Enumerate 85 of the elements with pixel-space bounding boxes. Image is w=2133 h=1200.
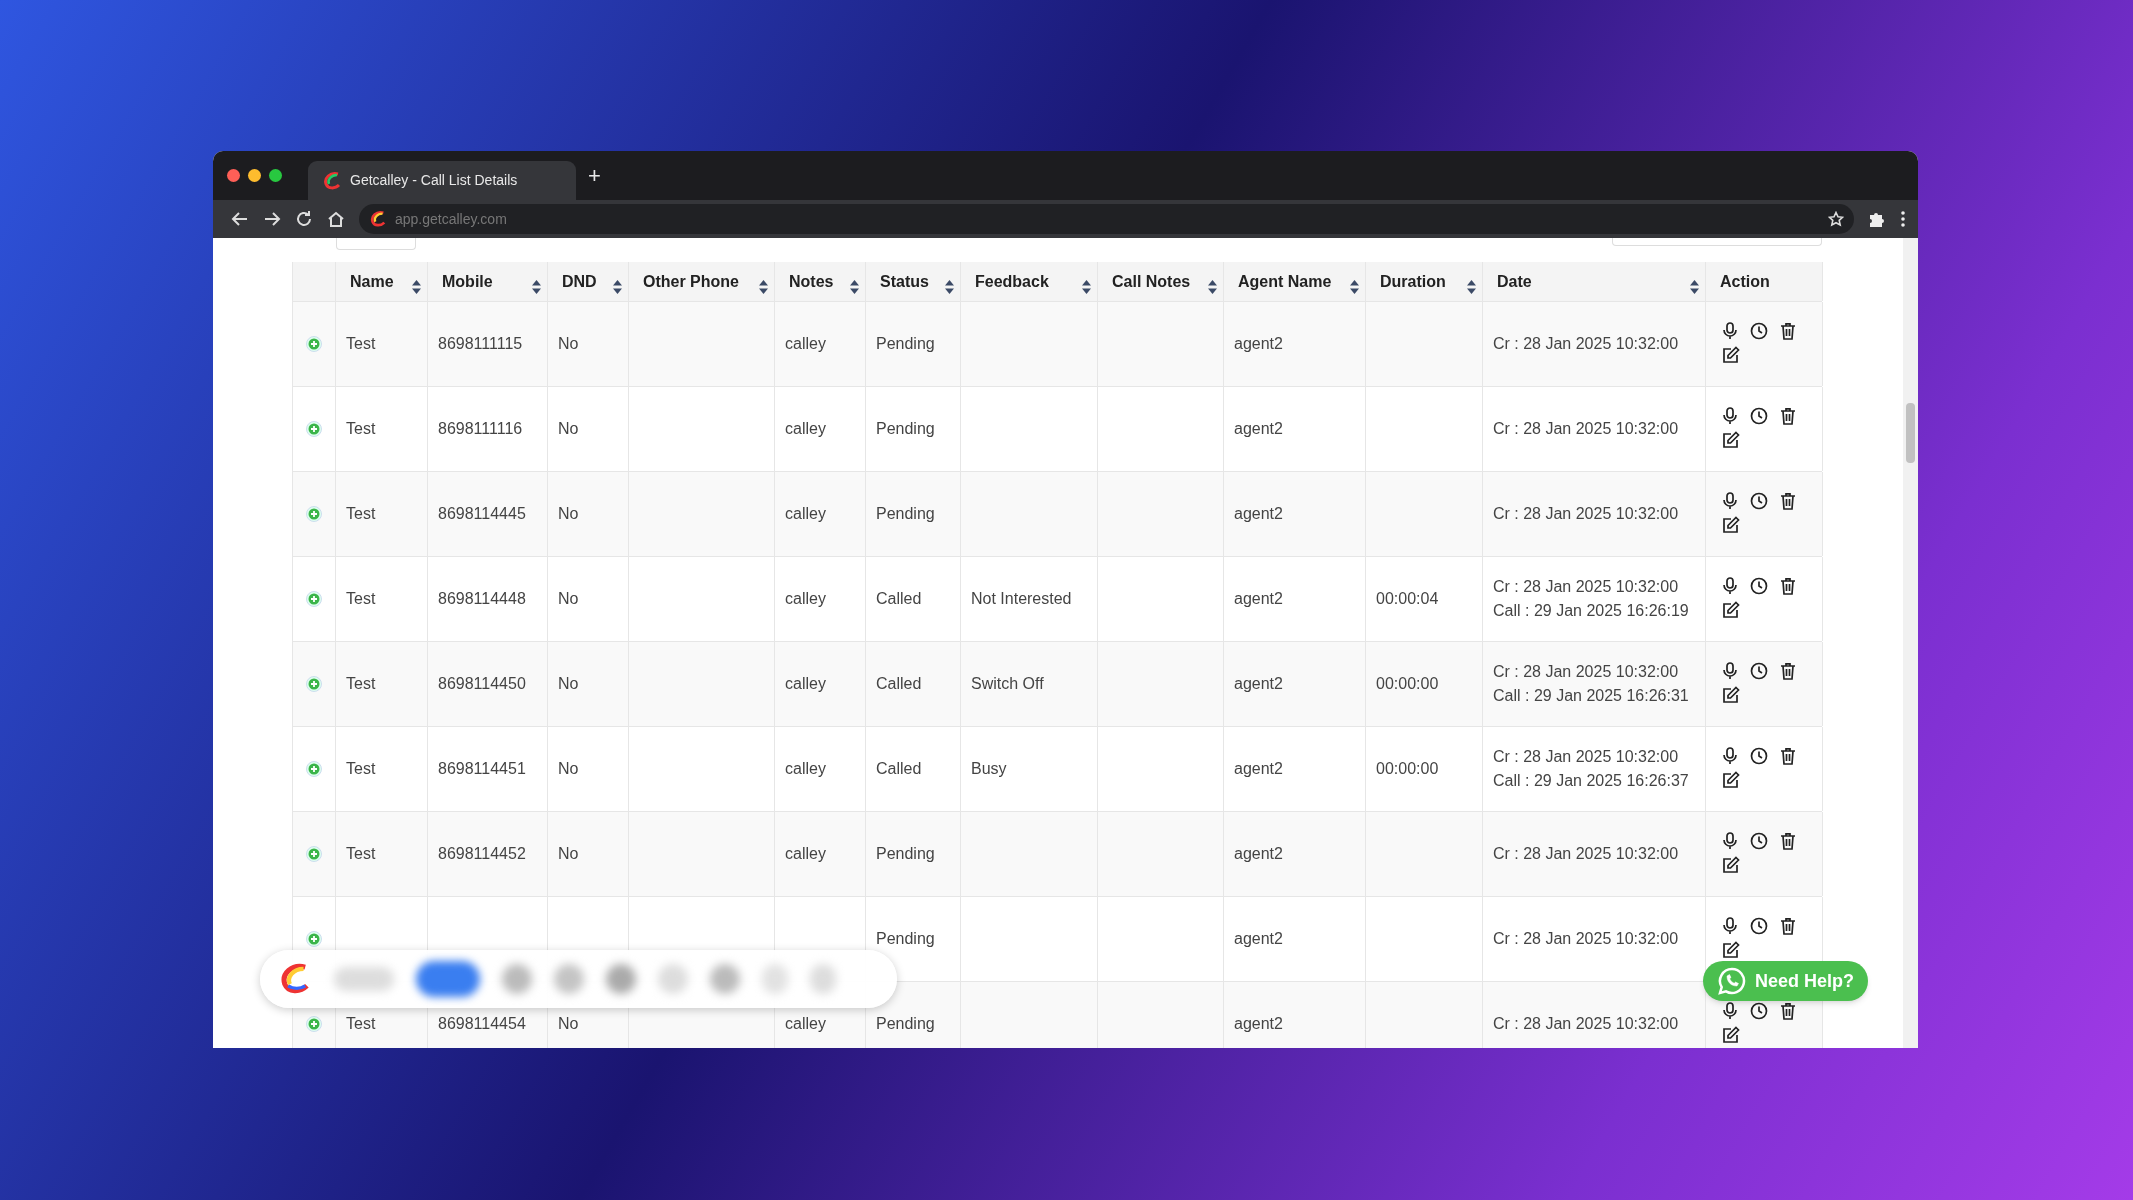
table-cell-text: No — [558, 759, 579, 779]
table-cell-text: calley — [785, 844, 826, 864]
table-cell-text: 8698114451 — [438, 759, 526, 779]
table-cell-text: 8698114454 — [438, 1014, 526, 1034]
table-cell-text: agent2 — [1234, 1014, 1283, 1034]
table-cell-text: calley — [785, 589, 826, 609]
table-cell-text: calley — [785, 1014, 826, 1034]
table-cell-text: No — [558, 589, 579, 609]
table-cell-text: agent2 — [1234, 504, 1283, 524]
date-text: Cr : 28 Jan 2025 10:32:00 — [1493, 419, 1680, 439]
column-header[interactable]: Action — [1720, 269, 1770, 294]
table-cell-text: 00:00:04 — [1376, 589, 1439, 609]
table-cell-text: calley — [785, 334, 826, 354]
table-cell-text: No — [558, 419, 579, 439]
table-cell-text: calley — [785, 674, 826, 694]
table-cell-text: No — [558, 844, 579, 864]
date-text: Cr : 28 Jan 2025 10:32:00 — [1493, 844, 1680, 864]
date-text: Cr : 28 Jan 2025 10:32:00 — [1493, 577, 1680, 597]
table-cell-text: calley — [785, 759, 826, 779]
table-cell-text: Test — [346, 1014, 376, 1034]
table-cell-text: 8698114445 — [438, 504, 526, 524]
date-text: Call : 29 Jan 2025 16:26:19 — [1493, 601, 1690, 621]
table-cell-text: 00:00:00 — [1376, 759, 1439, 779]
table-cell-text: agent2 — [1234, 334, 1283, 354]
table-cell-text: 8698111116 — [438, 419, 523, 439]
table-cell-text: No — [558, 504, 579, 524]
new-tab-button[interactable]: + — [588, 164, 601, 187]
column-header[interactable]: DND — [562, 269, 597, 294]
table-cell-text: agent2 — [1234, 929, 1283, 949]
table-cell-text: agent2 — [1234, 419, 1283, 439]
url-text: app.getcalley.com — [395, 209, 508, 229]
table-cell-text: No — [558, 334, 579, 354]
date-text: Call : 29 Jan 2025 16:26:37 — [1493, 771, 1690, 791]
date-text: Cr : 28 Jan 2025 10:32:00 — [1493, 334, 1680, 354]
table-cell-text: Test — [346, 844, 376, 864]
table-cell-text: agent2 — [1234, 674, 1283, 694]
column-header[interactable]: Name — [350, 269, 394, 294]
column-header[interactable]: Agent Name — [1238, 269, 1332, 294]
table-cell-text: Test — [346, 674, 376, 694]
table-cell-text: Switch Off — [971, 674, 1044, 694]
column-header[interactable]: Feedback — [975, 269, 1049, 294]
date-text: Cr : 28 Jan 2025 10:32:00 — [1493, 662, 1680, 682]
table-cell-text: agent2 — [1234, 759, 1283, 779]
table-cell-text: 00:00:00 — [1376, 674, 1439, 694]
table-cell-text: agent2 — [1234, 844, 1283, 864]
date-text: Cr : 28 Jan 2025 10:32:00 — [1493, 747, 1680, 767]
table-cell-text: 8698114448 — [438, 589, 526, 609]
date-text: Call : 29 Jan 2025 16:26:31 — [1493, 686, 1690, 706]
table-cell-text: Busy — [971, 759, 1007, 779]
column-header[interactable]: Notes — [789, 269, 834, 294]
table-cell-text: Test — [346, 334, 376, 354]
table-cell-text: Test — [346, 759, 376, 779]
table-cell-text: No — [558, 1014, 579, 1034]
tab-title: Getcalley - Call List Details — [350, 171, 518, 190]
date-text: Cr : 28 Jan 2025 10:32:00 — [1493, 504, 1680, 524]
column-header[interactable]: Duration — [1380, 269, 1446, 294]
table-cell-text: Pending — [876, 419, 935, 439]
table-cell-text: calley — [785, 419, 826, 439]
table-cell-text: Called — [876, 589, 922, 609]
table-cell-text: Test — [346, 589, 376, 609]
table-cell-text: Not Interested — [971, 589, 1072, 609]
address-bar[interactable]: app.getcalley.com — [359, 204, 1854, 234]
table-cell-text: No — [558, 674, 579, 694]
table-cell-text: Test — [346, 419, 376, 439]
table-cell-text: calley — [785, 504, 826, 524]
table-cell-text: Pending — [876, 1014, 935, 1034]
table-cell-text: Pending — [876, 334, 935, 354]
column-header[interactable]: Date — [1497, 269, 1532, 294]
column-header[interactable]: Mobile — [442, 269, 493, 294]
table-cell-text: Test — [346, 504, 376, 524]
table-cell-text: Pending — [876, 844, 935, 864]
table-cell-text: Pending — [876, 504, 935, 524]
table-cell-text: 8698111115 — [438, 334, 523, 354]
table-cell-text: Called — [876, 759, 922, 779]
column-header[interactable]: Call Notes — [1112, 269, 1191, 294]
table-cell-text: 8698114450 — [438, 674, 526, 694]
table-cell-text: 8698114452 — [438, 844, 526, 864]
date-text: Cr : 28 Jan 2025 10:32:00 — [1493, 1014, 1680, 1034]
table-cell-text: Called — [876, 674, 922, 694]
column-header[interactable]: Status — [880, 269, 929, 294]
column-header[interactable]: Other Phone — [643, 269, 739, 294]
table-cell-text: agent2 — [1234, 589, 1283, 609]
browser-tab[interactable]: Getcalley - Call List Details — [308, 161, 576, 200]
table-cell-text: Pending — [876, 929, 935, 949]
date-text: Cr : 28 Jan 2025 10:32:00 — [1493, 929, 1680, 949]
